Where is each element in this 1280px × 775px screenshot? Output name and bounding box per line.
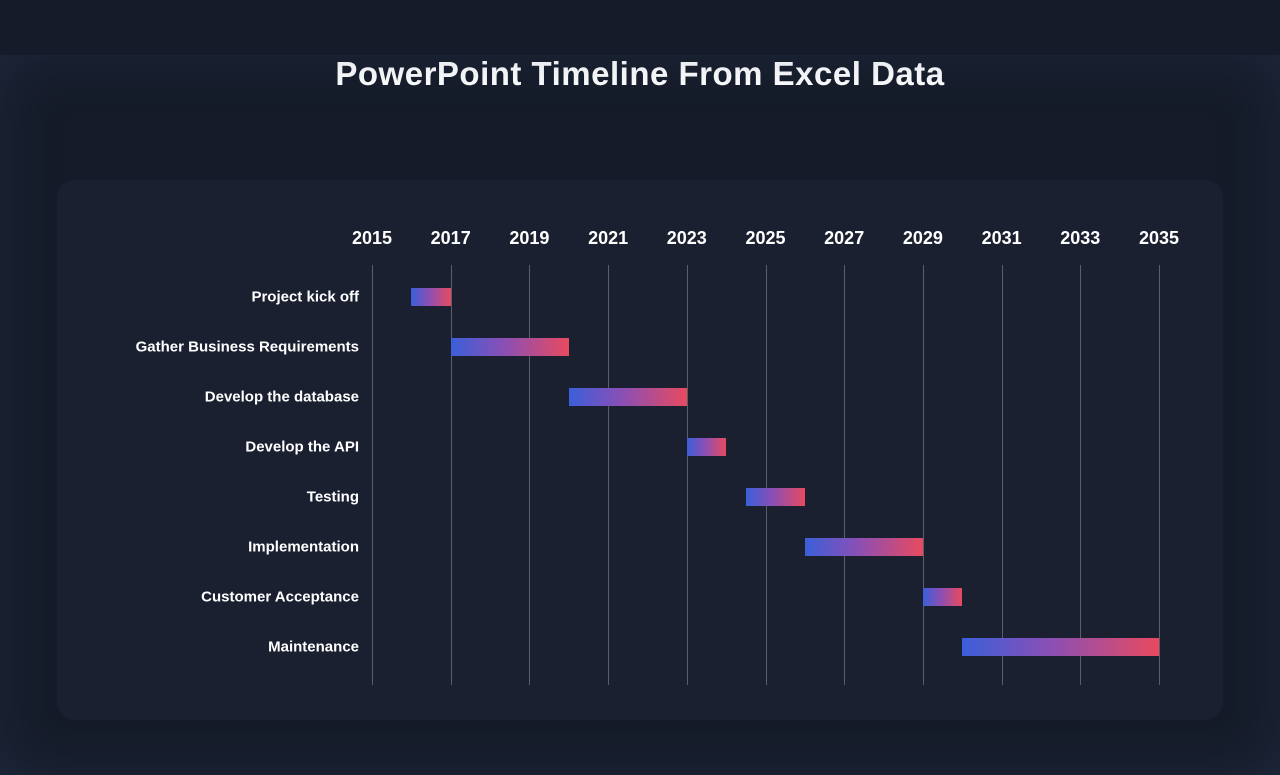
task-label: Implementation (248, 539, 359, 556)
task-bar (411, 288, 450, 306)
x-tick-label: 2025 (745, 228, 785, 249)
page-title: PowerPoint Timeline From Excel Data (0, 55, 1280, 93)
x-tick-label: 2019 (509, 228, 549, 249)
x-tick-label: 2029 (903, 228, 943, 249)
task-row: Maintenance (57, 622, 1223, 672)
task-bar (569, 388, 687, 406)
task-bar (746, 488, 805, 506)
task-row: Project kick off (57, 272, 1223, 322)
gantt-chart: 2015 2017 2019 2021 2023 2025 2027 2029 2031 2033… (57, 180, 1223, 720)
x-tick-label: 2021 (588, 228, 628, 249)
x-tick-label: 2017 (431, 228, 471, 249)
task-label: Testing (307, 489, 359, 506)
x-tick-label: 2023 (667, 228, 707, 249)
chart-rows: Project kick off Gather Business Requirem… (57, 272, 1223, 672)
task-label: Maintenance (268, 639, 359, 656)
task-bar (687, 438, 726, 456)
chart-panel: 2015 2017 2019 2021 2023 2025 2027 2029 2031 2033… (57, 180, 1223, 720)
x-tick-label: 2015 (352, 228, 392, 249)
task-bar (923, 588, 962, 606)
x-tick-label: 2033 (1060, 228, 1100, 249)
x-axis-ticks: 2015 2017 2019 2021 2023 2025 2027 2029 2031 2033… (57, 228, 1223, 252)
task-row: Gather Business Requirements (57, 322, 1223, 372)
task-bar (451, 338, 569, 356)
task-row: Implementation (57, 522, 1223, 572)
task-bar (962, 638, 1159, 656)
task-label: Project kick off (251, 289, 359, 306)
task-label: Gather Business Requirements (136, 339, 359, 356)
task-row: Develop the API (57, 422, 1223, 472)
task-label: Develop the database (205, 389, 359, 406)
task-row: Testing (57, 472, 1223, 522)
task-label: Customer Acceptance (201, 589, 359, 606)
task-bar (805, 538, 923, 556)
x-tick-label: 2035 (1139, 228, 1179, 249)
x-tick-label: 2027 (824, 228, 864, 249)
x-tick-label: 2031 (982, 228, 1022, 249)
task-label: Develop the API (245, 439, 359, 456)
task-row: Customer Acceptance (57, 572, 1223, 622)
task-row: Develop the database (57, 372, 1223, 422)
